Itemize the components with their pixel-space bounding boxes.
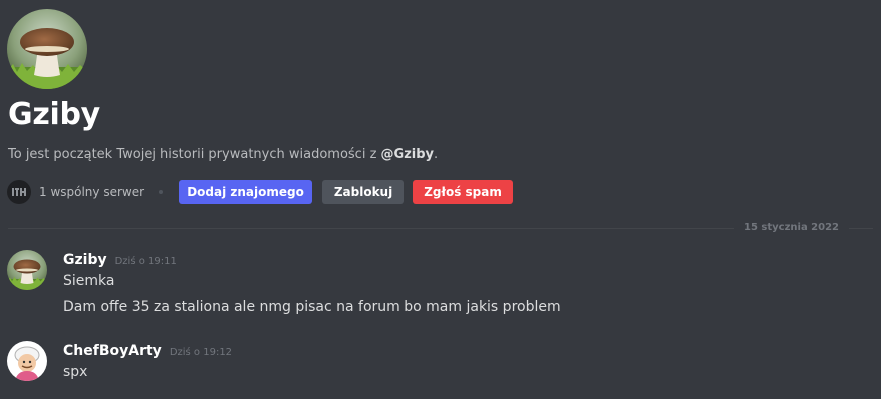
message-author[interactable]: Gziby (63, 250, 107, 270)
mushroom-avatar-icon[interactable] (7, 9, 87, 89)
intro-suffix: . (434, 147, 439, 162)
message-author[interactable]: ChefBoyArty (63, 341, 162, 361)
message-content: spx (63, 364, 88, 380)
report-spam-button[interactable]: Zgłoś spam (413, 180, 514, 204)
message-header: Gziby Dziś o 19:11 (63, 250, 177, 272)
intro-prefix: To jest początek Twojej historii prywatn… (8, 147, 381, 162)
dm-channel: Gziby To jest początek Twojej historii p… (0, 0, 881, 399)
chef-avatar-icon[interactable] (7, 341, 47, 381)
message-header: ChefBoyArty Dziś o 19:12 (63, 341, 232, 363)
profile-actions: 1 wspólny serwer Dodaj znajomego Zabloku… (7, 180, 514, 204)
user-mention[interactable]: @Gziby (381, 147, 434, 162)
add-friend-button[interactable]: Dodaj znajomego (179, 180, 313, 204)
dm-intro-text: To jest początek Twojej historii prywatn… (8, 145, 438, 165)
message-timestamp: Dziś o 19:11 (114, 256, 177, 267)
server-icon[interactable] (7, 180, 31, 204)
separator-dot (159, 190, 164, 194)
mutual-servers-link[interactable]: 1 wspólny serwer (39, 185, 144, 199)
date-divider-label: 15 stycznia 2022 (734, 221, 850, 235)
message-content: Dam offe 35 za staliona ale nmg pisac na… (63, 299, 561, 315)
message-timestamp: Dziś o 19:12 (169, 347, 233, 358)
mushroom-avatar-icon[interactable] (7, 250, 47, 290)
block-button[interactable]: Zablokuj (322, 180, 405, 204)
page-title: Gziby (8, 97, 100, 132)
message-content: Siemka (63, 273, 115, 289)
